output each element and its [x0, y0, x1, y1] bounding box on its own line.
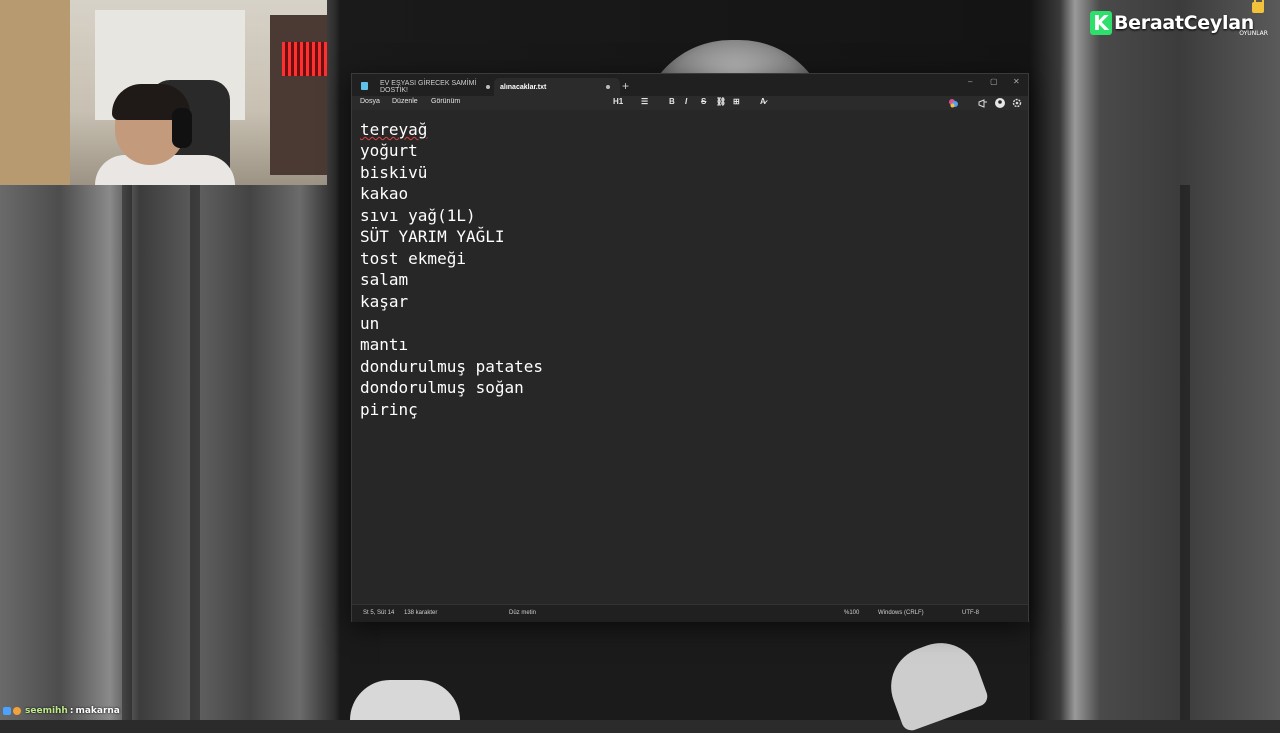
unsaved-dot-icon[interactable] — [486, 85, 490, 89]
character-count: 138 karakter — [404, 610, 438, 616]
maximize-button[interactable]: ▢ — [990, 77, 998, 86]
text-format[interactable]: Düz metin — [509, 610, 536, 616]
chat-username: seemihh — [25, 706, 68, 716]
minimize-button[interactable]: – — [968, 77, 972, 86]
encoding[interactable]: UTF-8 — [962, 610, 979, 616]
menu-gorunum[interactable]: Görünüm — [431, 98, 460, 105]
menu-duzenle[interactable]: Düzenle — [392, 98, 418, 105]
notepad-icon — [361, 82, 368, 90]
list-button[interactable]: ☰ — [641, 97, 648, 106]
text-line[interactable]: tost ekmeği — [360, 249, 466, 270]
webcam-door — [0, 0, 70, 185]
table-button[interactable]: ⊞ — [733, 97, 740, 106]
channel-logo: K BeraatCeylan OYUNLAR — [1090, 0, 1268, 38]
webcam-headset — [172, 108, 192, 148]
chat-badge-icon — [13, 707, 21, 715]
text-line[interactable]: SÜT YARIM YAĞLI — [360, 227, 505, 248]
link-button[interactable]: ⛓ — [716, 97, 726, 106]
account-icon[interactable] — [995, 98, 1005, 108]
chat-message: seemihh : makarna — [3, 704, 120, 718]
text-line[interactable]: yoğurt — [360, 141, 418, 162]
text-line[interactable]: un — [360, 314, 379, 335]
text-line[interactable]: pirinç — [360, 400, 418, 421]
settings-gear-icon[interactable] — [1012, 98, 1022, 108]
cursor-position: St 5, Süt 14 — [363, 610, 395, 616]
menu-bar: Dosya Düzenle Görünüm H1 ☰ B I S ⛓ ⊞ A̷ — [352, 96, 1028, 110]
strikethrough-button[interactable]: S — [701, 97, 706, 106]
webcam-feed — [0, 0, 327, 185]
curtain-fold — [1180, 185, 1190, 720]
clear-formatting-button[interactable]: A̷ — [760, 97, 766, 106]
status-bar: St 5, Süt 14 138 karakter Düz metin %100… — [352, 604, 1028, 622]
close-button[interactable]: ✕ — [1013, 77, 1020, 86]
line-endings[interactable]: Windows (CRLF) — [878, 610, 924, 616]
text-line[interactable]: dondorulmuş soğan — [360, 378, 524, 399]
new-tab-button[interactable]: + — [622, 79, 629, 93]
text-line[interactable]: biskivü — [360, 163, 427, 184]
copilot-icon[interactable] — [949, 99, 958, 108]
announcement-icon[interactable] — [978, 99, 988, 108]
text-line[interactable]: kakao — [360, 184, 408, 205]
text-line[interactable]: salam — [360, 270, 408, 291]
zoom-level[interactable]: %100 — [844, 610, 859, 616]
menu-dosya[interactable]: Dosya — [360, 98, 380, 105]
chat-badge-icon — [3, 707, 11, 715]
text-editor[interactable]: tereyağ yoğurt biskivü kakao sıvı yağ(1L… — [352, 110, 1028, 602]
text-line[interactable]: dondurulmuş patates — [360, 357, 543, 378]
unsaved-dot-icon[interactable] — [606, 85, 610, 89]
bold-button[interactable]: B — [669, 97, 675, 106]
text-line[interactable]: sıvı yağ(1L) — [360, 206, 476, 227]
tab-ev-esyasi[interactable]: EV EŞYASI GİRECEK SAMİMİ DOSTİK! — [374, 78, 500, 96]
chat-text: makarna — [75, 706, 120, 716]
logo-k-icon: K — [1090, 11, 1112, 35]
heading-button[interactable]: H1 — [613, 97, 623, 106]
curtain-fold — [122, 185, 132, 720]
text-line[interactable]: tereyağ — [360, 120, 427, 141]
italic-button[interactable]: I — [685, 97, 687, 106]
logo-name: BeraatCeylan — [1114, 12, 1254, 34]
webcam-red-lights — [282, 42, 327, 76]
text-line[interactable]: kaşar — [360, 292, 408, 313]
chat-separator: : — [69, 706, 74, 716]
text-line[interactable]: mantı — [360, 335, 408, 356]
lock-icon — [1251, 0, 1264, 13]
tab-label: EV EŞYASI GİRECEK SAMİMİ DOSTİK! — [380, 80, 477, 94]
title-bar: EV EŞYASI GİRECEK SAMİMİ DOSTİK! alınaca… — [352, 74, 1028, 96]
logo-subtitle: OYUNLAR — [1239, 30, 1268, 37]
tab-alinacaklar[interactable]: alınacaklar.txt — [494, 78, 620, 96]
webcam-shelf — [270, 15, 327, 175]
curtain-fold — [190, 185, 200, 720]
notepad-window: EV EŞYASI GİRECEK SAMİMİ DOSTİK! alınaca… — [351, 73, 1029, 622]
tab-label: alınacaklar.txt — [500, 83, 547, 91]
